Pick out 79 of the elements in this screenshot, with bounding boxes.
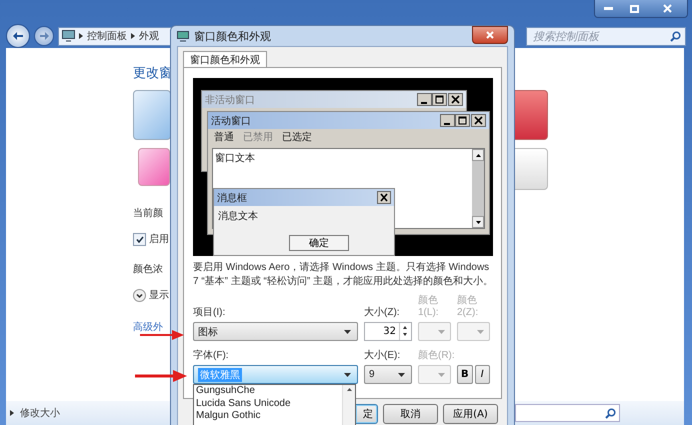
current-color-label: 当前颜 xyxy=(133,206,163,220)
close-button[interactable] xyxy=(647,0,687,17)
back-button[interactable] xyxy=(6,24,30,48)
dropdown-arrow-icon xyxy=(438,372,445,376)
breadcrumb-item[interactable]: 控制面板 xyxy=(87,29,127,43)
tab[interactable]: 窗口颜色和外观 xyxy=(183,51,267,68)
dropdown-arrow-icon xyxy=(344,330,351,334)
close-icon xyxy=(377,191,391,204)
transparency-checkbox[interactable] xyxy=(133,232,146,246)
scroll-up-icon xyxy=(476,154,480,156)
ok-button[interactable]: 确定 xyxy=(289,235,349,251)
expand-chevron-icon[interactable] xyxy=(133,288,146,302)
scroll-up-icon xyxy=(346,388,352,391)
close-button[interactable] xyxy=(472,26,508,44)
search-box[interactable]: 搜索控制面板 xyxy=(526,26,686,46)
window-text: 窗口文本 xyxy=(215,152,255,165)
search-icon xyxy=(605,408,616,418)
color-picker[interactable] xyxy=(418,322,451,341)
window-buttons-icon xyxy=(417,93,463,106)
color-picker[interactable] xyxy=(457,322,490,341)
checkmark-icon xyxy=(136,236,144,242)
info-text: 要启用 Windows Aero，请选择 Windows 主题。只有选择 Windows 7 “基本” 主题或 “轻松访问” 主题，才能应用此处选择的颜色和大小。 xyxy=(193,261,494,289)
dropdown-arrow-icon xyxy=(477,330,484,334)
font-size-dropdown[interactable]: 9 xyxy=(364,365,412,384)
bold-button[interactable]: B xyxy=(457,365,472,384)
annotation-arrow xyxy=(135,370,187,382)
window-buttons-icon xyxy=(440,114,486,127)
annotation-arrow xyxy=(140,330,184,340)
message-text: 消息文本 xyxy=(217,210,259,224)
scroll-down-icon xyxy=(476,220,480,224)
dialog-button[interactable]: 取消 xyxy=(383,404,438,424)
dropdown-arrow-icon xyxy=(398,372,405,376)
dialog-title: 窗口颜色和外观 xyxy=(194,30,271,44)
back-arrow-icon xyxy=(13,32,23,40)
close-icon xyxy=(662,4,672,13)
color-picker[interactable] xyxy=(418,365,451,384)
search-field[interactable] xyxy=(515,404,620,422)
dropdown-arrow-icon xyxy=(344,372,351,376)
field-label: 大小(Z): xyxy=(364,306,401,320)
italic-button[interactable]: I xyxy=(474,365,490,384)
field-label: 颜色 1(L): xyxy=(418,295,440,320)
checkbox-label: 启用 xyxy=(149,232,169,246)
field-label: 项目(I): xyxy=(193,306,226,320)
font-option[interactable]: Lucida Sans Unicode xyxy=(196,398,340,410)
monitor-icon xyxy=(62,30,75,42)
minimize-icon xyxy=(604,7,612,10)
chevron-right-icon xyxy=(79,33,83,39)
window-title: 非活动窗口 xyxy=(205,94,255,106)
chevron-right-icon xyxy=(131,33,135,39)
search-field[interactable]: 搜索控制面板 xyxy=(531,28,670,44)
dropdown-arrow-icon xyxy=(438,330,445,334)
expander-label[interactable]: 显示 xyxy=(149,288,169,302)
color-tile[interactable] xyxy=(138,148,170,186)
font-option[interactable]: Malgun Gothic xyxy=(196,410,340,422)
field-label: 大小(E): xyxy=(364,348,402,363)
breadcrumb-item[interactable]: 外观 xyxy=(139,29,159,43)
field-label: 颜色 2(Z): xyxy=(457,295,480,320)
status-text: 修改大小 xyxy=(20,406,60,420)
intensity-label: 颜色浓 xyxy=(133,262,163,276)
maximize-icon xyxy=(630,4,638,12)
forward-button[interactable] xyxy=(34,26,54,46)
page-heading: 更改窗 xyxy=(133,64,172,82)
advanced-appearance-link[interactable]: 高级外 xyxy=(133,320,163,334)
forward-arrow-icon xyxy=(40,32,48,40)
field-label: 字体(F): xyxy=(193,348,230,363)
menu-item: 已禁用 xyxy=(243,130,273,144)
font-option[interactable]: GungsuhChe xyxy=(196,385,340,398)
size-spin-box[interactable]: 32 xyxy=(364,322,412,341)
item-dropdown[interactable]: 图标 xyxy=(193,322,358,341)
color-tile[interactable] xyxy=(133,90,171,140)
chevron-right-icon xyxy=(10,410,14,416)
close-icon xyxy=(486,31,494,39)
dialog-button[interactable]: 定 xyxy=(356,404,378,424)
window-title: 消息框 xyxy=(217,192,247,204)
window-title: 活动窗口 xyxy=(211,114,251,128)
monitor-icon xyxy=(177,30,189,42)
dialog-button[interactable]: 应用(A) xyxy=(443,404,498,424)
search-icon xyxy=(670,30,681,42)
minimize-button[interactable] xyxy=(595,0,621,17)
